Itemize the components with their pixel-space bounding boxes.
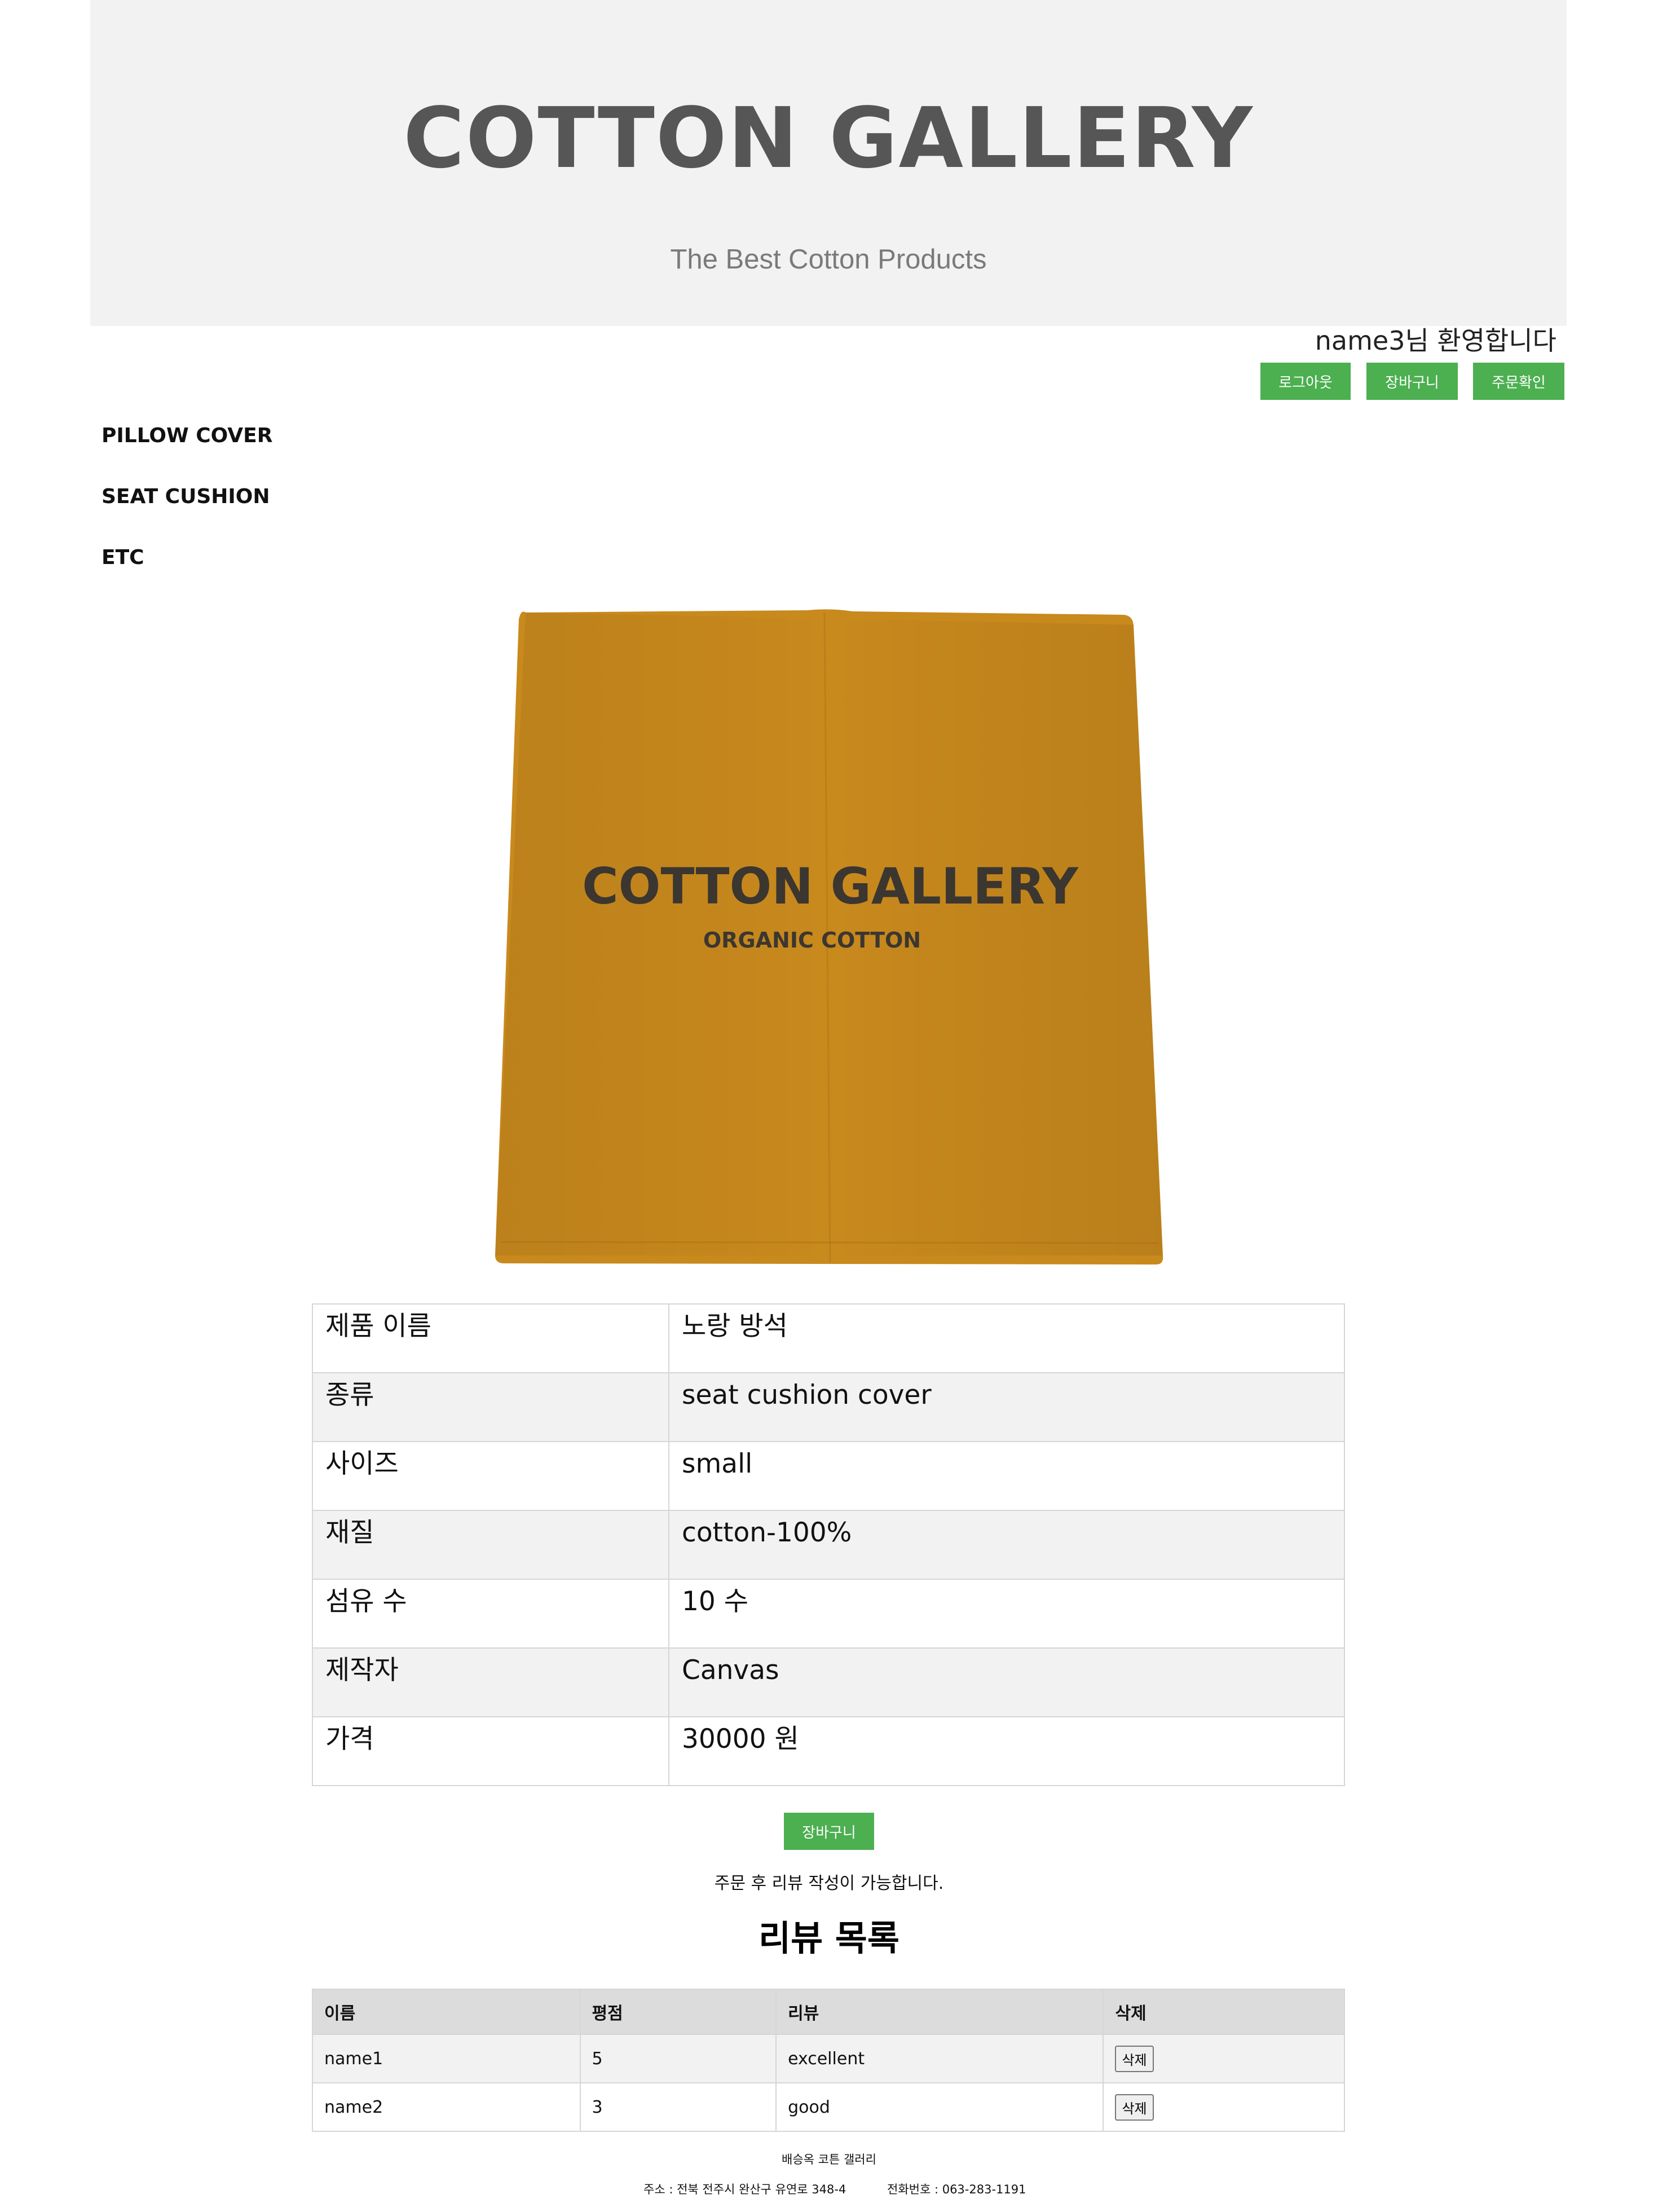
review-note: 주문 후 리뷰 작성이 가능합니다. [714,1874,944,1893]
review-header-row: 이름 평점 리뷰 삭제 [312,1989,1345,2035]
review-text: good [775,2082,1104,2132]
category-seat-cushion[interactable]: SEAT CUSHION [102,484,270,509]
order-check-button[interactable]: 주문확인 [1473,363,1564,400]
footer-company: 배승옥 코튼 갤러리 [782,2153,876,2166]
site-logo[interactable]: COTTON GALLERY [90,90,1567,186]
user-actions: 로그아웃 장바구니 주문확인 [0,363,1658,400]
spec-value: seat cushion cover [668,1372,1345,1442]
review-delete-cell: 삭제 [1103,2034,1345,2083]
review-delete-cell: 삭제 [1103,2082,1345,2132]
add-to-cart-button[interactable]: 장바구니 [784,1813,874,1850]
site-tagline: The Best Cotton Products [670,244,987,275]
review-row: name1 5 excellent 삭제 [312,2034,1345,2083]
spec-row: 재질 cotton-100% [312,1510,1345,1580]
welcome-message: name3님 환영합니다 [1315,325,1556,356]
category-pillow-cover[interactable]: PILLOW COVER [102,424,272,448]
product-spec-table: 제품 이름 노랑 방석 종류 seat cushion cover 사이즈 small 재질… [312,1303,1345,1786]
site-header: COTTON GALLERY The Best Cotton Products [90,0,1567,326]
spec-label: 가격 [312,1716,669,1786]
review-text: excellent [775,2034,1104,2083]
category-etc[interactable]: ETC [102,545,144,570]
review-name: name1 [312,2034,581,2083]
print-main-text: COTTON GALLERY [582,857,1079,915]
footer-address: 주소 : 전북 전주시 완산구 유연로 348-4 [643,2183,846,2196]
delete-review-button[interactable]: 삭제 [1115,2045,1154,2072]
review-list-title: 리뷰 목록 [759,1918,899,1959]
cart-button[interactable]: 장바구니 [1366,363,1458,400]
print-sub-text: ORGANIC COTTON [703,928,921,953]
spec-row: 섬유 수 10 수 [312,1579,1345,1649]
spec-label: 제작자 [312,1647,669,1717]
spec-value: cotton-100% [668,1510,1345,1580]
delete-review-button[interactable]: 삭제 [1115,2094,1154,2121]
review-row: name2 3 good 삭제 [312,2082,1345,2132]
column-header-rating: 평점 [579,1989,777,2035]
review-rating: 3 [579,2082,777,2132]
column-header-delete: 삭제 [1103,1989,1345,2035]
spec-value: Canvas [668,1647,1345,1717]
spec-label: 종류 [312,1372,669,1442]
spec-label: 사이즈 [312,1441,669,1511]
spec-row: 제작자 Canvas [312,1647,1345,1717]
spec-label: 제품 이름 [312,1303,669,1373]
spec-value: 10 수 [668,1579,1345,1649]
spec-row: 종류 seat cushion cover [312,1372,1345,1442]
spec-label: 섬유 수 [312,1579,669,1649]
review-table: 이름 평점 리뷰 삭제 name1 5 excellent 삭제 name2 3… [312,1989,1345,2132]
spec-row: 제품 이름 노랑 방석 [312,1303,1345,1373]
column-header-review: 리뷰 [775,1989,1104,2035]
spec-row: 가격 30000 원 [312,1716,1345,1786]
spec-value: 30000 원 [668,1716,1345,1786]
column-header-name: 이름 [312,1989,581,2035]
footer-phone: 전화번호 : 063-283-1191 [887,2183,1026,2196]
product-image: COTTON GALLERY ORGANIC COTTON [495,609,1163,1264]
review-name: name2 [312,2082,581,2132]
spec-label: 재질 [312,1510,669,1580]
logout-button[interactable]: 로그아웃 [1260,363,1351,400]
spec-value: small [668,1441,1345,1511]
spec-value: 노랑 방석 [668,1303,1345,1373]
review-rating: 5 [579,2034,777,2083]
spec-row: 사이즈 small [312,1441,1345,1511]
